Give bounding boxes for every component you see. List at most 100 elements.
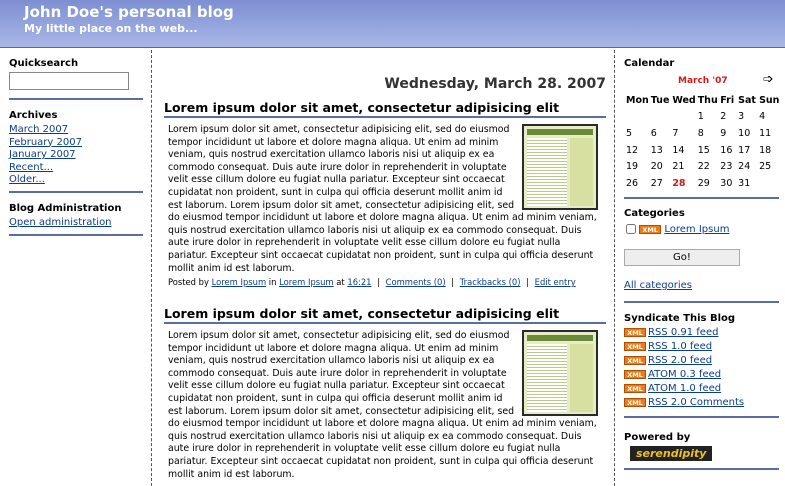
calendar-day: 2 (720, 111, 727, 123)
archive-link-older[interactable]: Older... (9, 174, 143, 187)
calendar-day: 11 (759, 127, 772, 139)
calendar-week-row: 19 20 21 22 23 24 25 (624, 158, 780, 175)
calendar-weekday-row: Mon Tue Wed Thu Fri Sat Sun (624, 92, 780, 109)
blog-description: My little place on the web... (24, 22, 198, 35)
xml-feed-icon[interactable]: XML (639, 224, 662, 234)
calendar-day (757, 175, 780, 192)
feed-link-atom-1-0[interactable]: ATOM 1.0 feed (648, 383, 721, 394)
right-column-divider (614, 50, 615, 486)
calendar-day: 10 (738, 127, 751, 139)
calendar-day-today[interactable]: 28 (670, 175, 695, 192)
calendar-day: 19 (626, 161, 639, 173)
xml-feed-icon[interactable]: XML (624, 397, 646, 407)
syndicate-title: Syndicate This Blog (624, 313, 736, 324)
category-link-lorem-ipsum[interactable]: Lorem Ipsum (664, 224, 729, 235)
calendar-day: 18 (759, 144, 772, 156)
calendar-day: 29 (697, 177, 710, 189)
xml-feed-icon[interactable]: XML (624, 341, 646, 351)
category-checkbox[interactable] (626, 224, 636, 234)
weekday-label: Tue (650, 94, 670, 106)
feed-link-atom-0-3[interactable]: ATOM 0.3 feed (648, 369, 721, 380)
calendar-day: 12 (626, 144, 639, 156)
entry-title[interactable]: Lorem ipsum dolor sit amet, consectetur … (164, 100, 606, 118)
entry-thumbnail-image[interactable] (522, 330, 598, 416)
date-header: Wednesday, March 28. 2007 (384, 76, 606, 92)
feed-link-rss-1-0[interactable]: RSS 1.0 feed (648, 341, 712, 352)
archive-link-recent[interactable]: Recent... (9, 162, 143, 175)
calendar-day (624, 109, 649, 126)
divider (9, 98, 143, 100)
divider (9, 234, 143, 236)
categories-title: Categories (624, 208, 685, 219)
calendar-day: 26 (626, 177, 639, 189)
feed-link-rss-2-0[interactable]: RSS 2.0 feed (648, 355, 712, 366)
left-sidebar: Quicksearch Archives March 2007 February… (9, 58, 143, 236)
calendar-day (649, 109, 671, 126)
search-input[interactable] (9, 72, 129, 90)
feed-link-rss-0-91[interactable]: RSS 0.91 feed (648, 327, 718, 338)
blog-header: John Doe's personal blog My little place… (0, 0, 785, 48)
calendar-day: 30 (720, 177, 733, 189)
right-sidebar: Calendar March '07 ➩ Mon Tue Wed Thu Fri… (624, 58, 780, 470)
archive-link-january-2007[interactable]: January 2007 (9, 149, 143, 162)
calendar-table: Mon Tue Wed Thu Fri Sat Sun 1 2 3 4 5 6 … (624, 92, 780, 192)
divider (624, 301, 779, 303)
xml-feed-icon[interactable]: XML (624, 383, 646, 393)
archives-title: Archives (9, 110, 58, 121)
weekday-label: Sat (738, 94, 756, 106)
calendar-day: 1 (697, 111, 704, 123)
open-administration-link[interactable]: Open administration (9, 217, 143, 230)
all-categories-link[interactable]: All categories (624, 280, 692, 291)
calendar-day: 7 (672, 127, 679, 139)
weekday-label: Fri (720, 94, 735, 106)
posted-by-label: Posted by (168, 277, 209, 288)
calendar-day: 3 (738, 111, 745, 123)
time-link[interactable]: 16:21 (347, 277, 371, 287)
archive-link-february-2007[interactable]: February 2007 (9, 137, 143, 150)
calendar-day: 23 (720, 161, 733, 173)
calendar-day: 14 (672, 144, 685, 156)
calendar-day: 8 (697, 127, 704, 139)
calendar-week-row: 12 13 14 15 16 17 18 (624, 142, 780, 159)
archive-link-march-2007[interactable]: March 2007 (9, 124, 143, 137)
calendar-day: 21 (672, 161, 685, 173)
calendar-day (670, 109, 695, 126)
calendar-day: 17 (738, 144, 751, 156)
calendar-week-row: 1 2 3 4 (624, 109, 780, 126)
arrow-right-icon[interactable]: ➩ (763, 72, 774, 87)
category-link[interactable]: Lorem Ipsum (279, 277, 334, 287)
xml-feed-icon[interactable]: XML (624, 355, 646, 365)
serendipity-logo[interactable]: serendipity (630, 446, 713, 461)
calendar-day: 9 (720, 127, 727, 139)
weekday-label: Wed (672, 94, 696, 106)
entry-body: Lorem ipsum dolor sit amet, consectetur … (164, 124, 606, 275)
calendar-day: 25 (759, 161, 772, 173)
separator: | (526, 277, 529, 288)
calendar-month[interactable]: March '07 (678, 76, 728, 86)
divider (624, 416, 779, 418)
go-button[interactable]: Go! (624, 249, 740, 266)
weekday-label: Thu (697, 94, 718, 106)
edit-entry-link[interactable]: Edit entry (535, 277, 576, 287)
left-column-divider (151, 50, 152, 486)
entry-body: Lorem ipsum dolor sit amet, consectetur … (164, 330, 606, 481)
archives-list: March 2007 February 2007 January 2007 Re… (9, 124, 143, 187)
calendar-day: 5 (626, 127, 633, 139)
entry-title[interactable]: Lorem ipsum dolor sit amet, consectetur … (164, 306, 606, 324)
calendar-day: 15 (697, 144, 710, 156)
calendar-week-row: 26 27 28 29 30 31 (624, 175, 780, 192)
at-label: at (336, 277, 345, 288)
author-link[interactable]: Lorem Ipsum (212, 277, 267, 287)
entry-thumbnail-image[interactable] (522, 124, 598, 210)
weekday-label: Mon (626, 94, 649, 106)
comments-link[interactable]: Comments (0) (386, 277, 446, 287)
feed-link-rss-2-0-comments[interactable]: RSS 2.0 Comments (648, 397, 744, 408)
weekday-label: Sun (759, 94, 780, 106)
xml-feed-icon[interactable]: XML (624, 369, 646, 379)
xml-feed-icon[interactable]: XML (624, 327, 646, 337)
calendar-day: 31 (738, 177, 751, 189)
blog-title[interactable]: John Doe's personal blog (24, 3, 234, 21)
calendar-day: 27 (650, 177, 663, 189)
trackbacks-link[interactable]: Trackbacks (0) (460, 277, 521, 287)
category-row: XML Lorem Ipsum (626, 223, 729, 237)
